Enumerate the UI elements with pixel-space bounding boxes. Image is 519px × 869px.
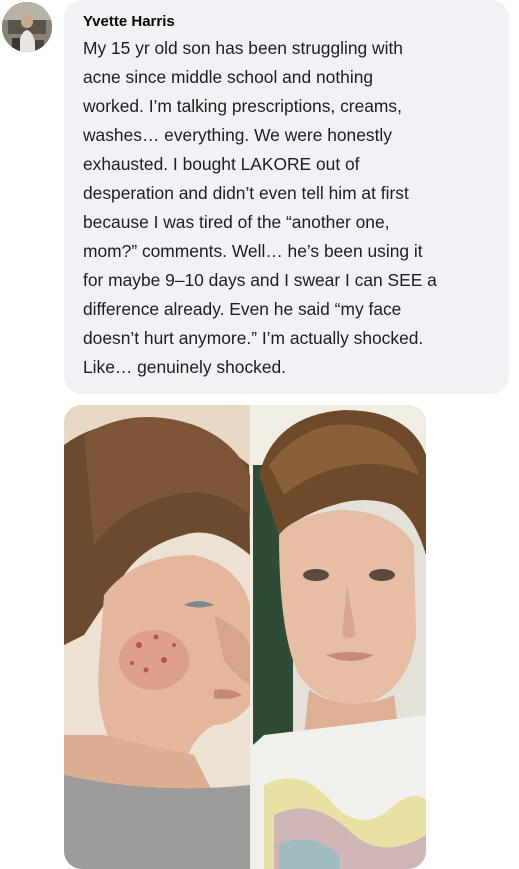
- before-after-photo[interactable]: [64, 405, 426, 869]
- after-photo: [253, 405, 426, 869]
- comment-bubble: Yvette Harris My 15 yr old son has been …: [64, 0, 509, 394]
- comment-text: My 15 yr old son has been struggling wit…: [83, 38, 437, 377]
- before-after-image: [64, 405, 426, 869]
- before-photo: [64, 405, 251, 869]
- author-name[interactable]: Yvette Harris: [83, 13, 175, 31]
- comment-post: Yvette Harris My 15 yr old son has been …: [0, 0, 519, 869]
- author-avatar[interactable]: [2, 2, 52, 52]
- avatar-photo: [2, 2, 52, 52]
